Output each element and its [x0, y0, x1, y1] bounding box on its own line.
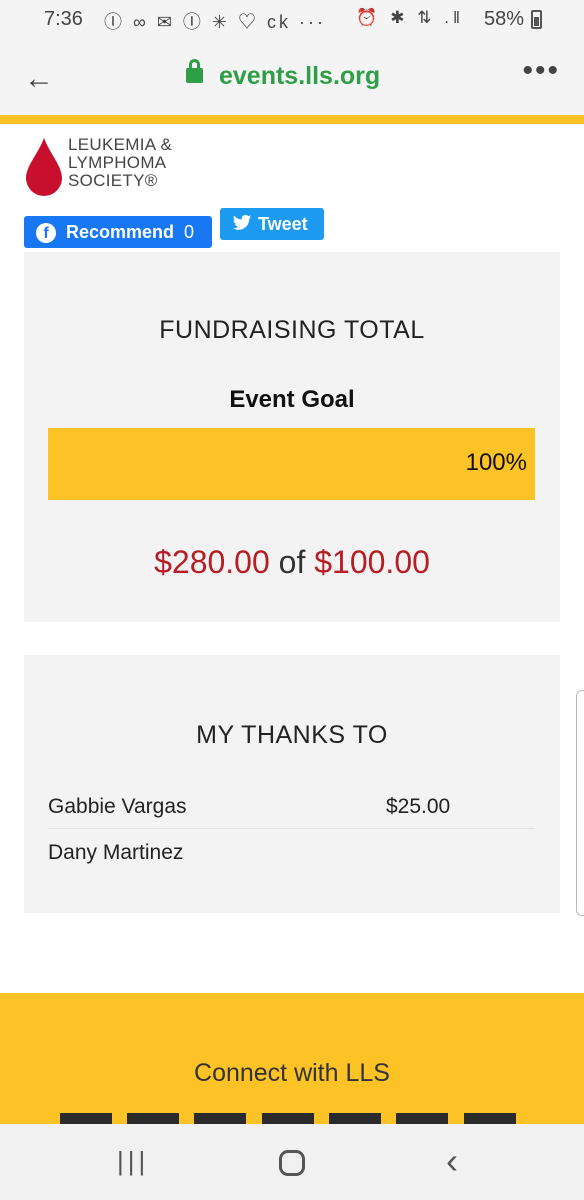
- social-link-icon[interactable]: [329, 1113, 381, 1124]
- logo-line-3: SOCIETY®: [68, 171, 158, 190]
- social-link-icon[interactable]: [127, 1113, 179, 1124]
- back-arrow-icon[interactable]: ←: [24, 62, 54, 96]
- more-options-icon[interactable]: •••: [522, 54, 560, 88]
- back-chevron-icon[interactable]: ‹: [446, 1140, 458, 1182]
- system-status-icons: ⏰ ✱ ⇅ .‖: [356, 8, 464, 27]
- goal-progress-fill: [48, 428, 535, 500]
- url-bar[interactable]: events.lls.org: [219, 62, 380, 91]
- browser-toolbar: ← events.lls.org •••: [0, 40, 584, 118]
- battery-icon: [531, 10, 542, 29]
- of-word: of: [278, 544, 306, 580]
- raised-amount-summary: $280.00 of $100.00: [24, 544, 560, 581]
- connect-with-lls-label: Connect with LLS: [194, 1059, 390, 1087]
- event-goal-label: Event Goal: [229, 386, 355, 413]
- twitter-tweet-label: Tweet: [258, 214, 308, 234]
- logo-line-1: LEUKEMIA &: [68, 135, 173, 154]
- thanks-heading: MY THANKS TO: [196, 721, 388, 749]
- blood-drop-icon: [26, 138, 62, 196]
- facebook-recommend-label: Recommend: [66, 222, 175, 242]
- notification-icons: Ⓘ ∞ ✉ Ⓘ ✳ ♡ ck ···: [104, 12, 326, 32]
- fundraising-heading: FUNDRAISING TOTAL: [159, 316, 425, 344]
- status-time: 7:36: [44, 8, 83, 30]
- donor-row: Dany Martinez: [48, 831, 535, 875]
- battery-percent: 58%: [483, 8, 524, 30]
- social-link-icon[interactable]: [262, 1113, 314, 1124]
- goal-progress-bar: 100%: [48, 428, 535, 500]
- facebook-icon: f: [36, 223, 56, 243]
- goal-progress-text: 100%: [465, 449, 527, 476]
- social-link-icon[interactable]: [194, 1113, 246, 1124]
- scroll-handle[interactable]: [576, 690, 584, 916]
- donor-name: Gabbie Vargas: [48, 795, 187, 818]
- home-icon[interactable]: [279, 1150, 305, 1176]
- fundraising-total-panel: FUNDRAISING TOTAL Event Goal 100% $280.0…: [24, 252, 560, 622]
- lock-icon: [186, 59, 203, 83]
- goal-amount: $100.00: [314, 544, 430, 580]
- android-nav-bar: ||| ‹: [0, 1124, 584, 1200]
- twitter-tweet-button[interactable]: Tweet: [220, 208, 324, 240]
- raised-amount: $280.00: [154, 544, 270, 580]
- donor-name: Dany Martinez: [48, 841, 184, 864]
- facebook-recommend-count: 0: [184, 222, 195, 242]
- donor-amount: $25.00: [386, 795, 451, 818]
- social-link-icon[interactable]: [396, 1113, 448, 1124]
- status-bar: 7:36 Ⓘ ∞ ✉ Ⓘ ✳ ♡ ck ··· ⏰ ✱ ⇅ .‖ 58%: [0, 0, 584, 40]
- header-accent-rule: [0, 115, 584, 124]
- facebook-recommend-button[interactable]: f Recommend 0: [24, 216, 212, 248]
- thanks-panel: MY THANKS TO Gabbie Vargas $25.00 Dany M…: [24, 655, 560, 913]
- page-content: LEUKEMIA & LYMPHOMA SOCIETY® f Recommend…: [0, 124, 584, 1124]
- logo-wordmark: LEUKEMIA & LYMPHOMA SOCIETY®: [68, 136, 248, 190]
- twitter-bird-icon: [232, 214, 252, 230]
- donor-row: Gabbie Vargas $25.00: [48, 785, 535, 829]
- social-link-icon[interactable]: [464, 1113, 516, 1124]
- logo-line-2: LYMPHOMA: [68, 153, 167, 172]
- footer-connect-band: Connect with LLS: [0, 993, 584, 1124]
- recent-apps-icon[interactable]: |||: [117, 1146, 149, 1177]
- social-link-icon[interactable]: [60, 1113, 112, 1124]
